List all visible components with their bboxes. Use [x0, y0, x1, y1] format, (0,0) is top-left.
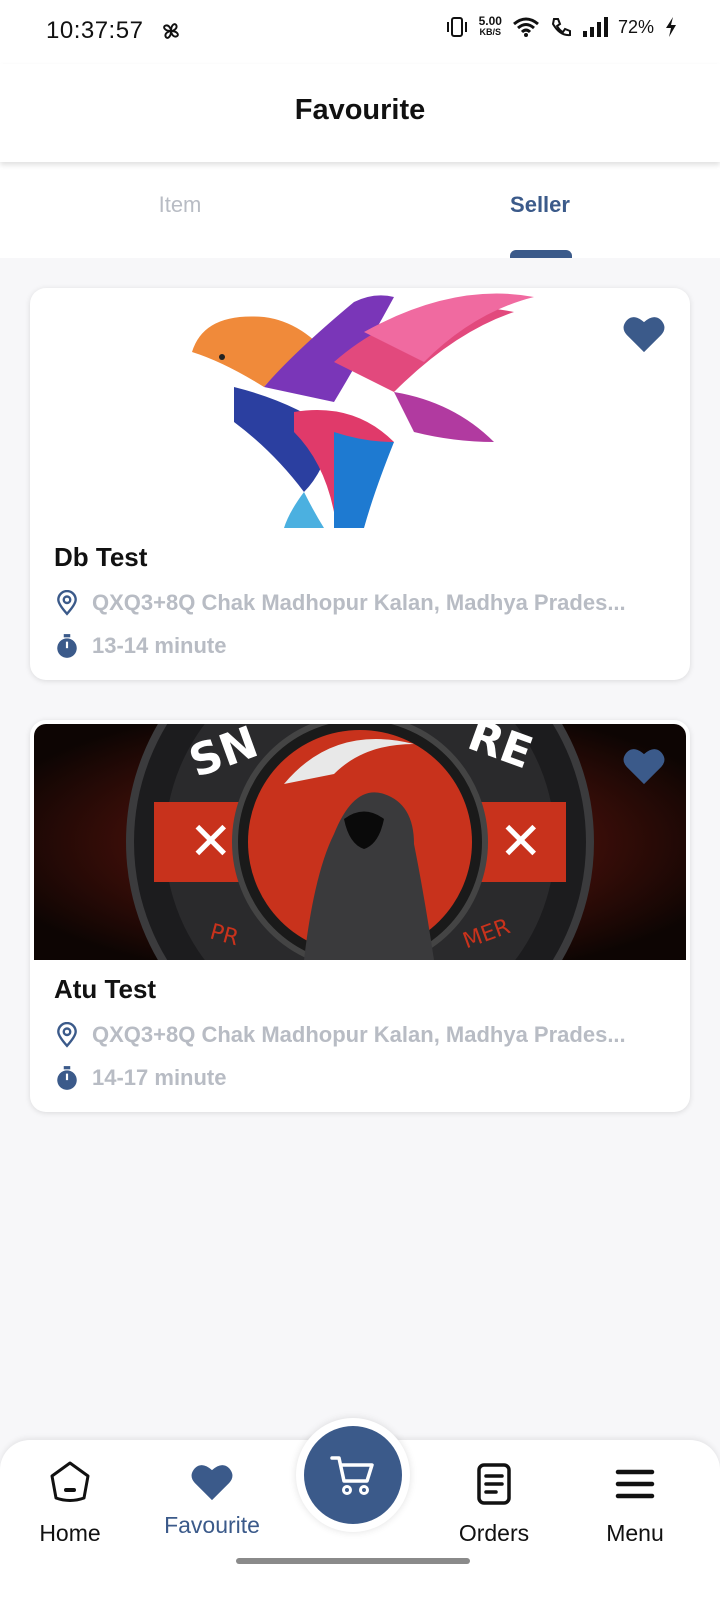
stopwatch-icon	[57, 1066, 77, 1090]
net-speed: 5.00 KB/S	[478, 14, 502, 38]
delivery-time-row: 13-14 minute	[54, 633, 654, 659]
seller-image	[34, 292, 686, 528]
tab-active-indicator	[510, 250, 572, 258]
seller-image: ✕ ✕ SN RE PR MER	[34, 724, 686, 960]
heart-icon	[191, 1465, 233, 1501]
stopwatch-icon	[57, 634, 77, 658]
shopping-cart-icon	[330, 1456, 374, 1495]
address-row: QXQ3+8Q Chak Madhopur Kalan, Madhya Prad…	[54, 590, 654, 616]
wifi-icon	[513, 17, 539, 37]
location-pin-icon	[57, 1022, 77, 1048]
nav-home-label: Home	[39, 1520, 101, 1546]
nav-menu[interactable]: Menu	[565, 1462, 705, 1547]
status-bar: 10:37:57 5.00 KB/S 72%	[0, 0, 720, 64]
net-speed-value: 5.00	[478, 14, 502, 28]
signal-icon	[582, 17, 608, 37]
orders-icon	[477, 1463, 511, 1505]
wifi-call-icon	[551, 18, 571, 37]
nav-menu-label: Menu	[606, 1520, 664, 1546]
seller-address: QXQ3+8Q Chak Madhopur Kalan, Madhya Prad…	[92, 590, 626, 615]
location-pin-icon	[57, 590, 77, 616]
cart-button[interactable]	[296, 1418, 410, 1532]
tab-bar: Item Seller	[0, 162, 720, 258]
nav-favourite[interactable]: Favourite	[142, 1462, 282, 1539]
heart-icon[interactable]	[622, 746, 666, 786]
heart-icon[interactable]	[622, 314, 666, 354]
home-icon	[50, 1461, 90, 1502]
net-speed-unit: KB/S	[479, 27, 502, 37]
tab-seller[interactable]: Seller	[360, 192, 720, 218]
seller-name: Atu Test	[54, 974, 157, 1004]
seller-name: Db Test	[54, 542, 148, 572]
seller-address: QXQ3+8Q Chak Madhopur Kalan, Madhya Prad…	[92, 1022, 626, 1047]
page-title: Favourite	[294, 94, 426, 126]
vibrate-icon	[446, 17, 467, 37]
hamburger-menu-icon	[615, 1469, 655, 1499]
seller-card[interactable]: ✕ ✕ SN RE PR MER Atu Test QXQ3+8Q Chak M…	[30, 720, 690, 1112]
address-row: QXQ3+8Q Chak Madhopur Kalan, Madhya Prad…	[54, 1022, 654, 1048]
tab-item[interactable]: Item	[0, 192, 360, 218]
cart-button-inner	[304, 1426, 402, 1524]
charging-icon	[666, 17, 676, 37]
seller-card[interactable]: Db Test QXQ3+8Q Chak Madhopur Kalan, Mad…	[30, 288, 690, 680]
delivery-time-row: 14-17 minute	[54, 1065, 654, 1091]
delivery-time: 13-14 minute	[92, 633, 227, 658]
nav-favourite-label: Favourite	[164, 1512, 260, 1538]
app-header: Favourite	[0, 64, 720, 162]
fan-icon	[163, 23, 179, 39]
status-time: 10:37:57	[46, 17, 144, 44]
svg-text:✕: ✕	[189, 812, 233, 872]
svg-text:✕: ✕	[499, 812, 543, 872]
gesture-home-indicator[interactable]	[236, 1558, 470, 1564]
nav-orders-label: Orders	[458, 1520, 530, 1546]
nav-home[interactable]: Home	[0, 1458, 140, 1547]
nav-orders[interactable]: Orders	[424, 1462, 564, 1547]
delivery-time: 14-17 minute	[92, 1065, 227, 1090]
battery-percent: 72%	[617, 16, 654, 37]
